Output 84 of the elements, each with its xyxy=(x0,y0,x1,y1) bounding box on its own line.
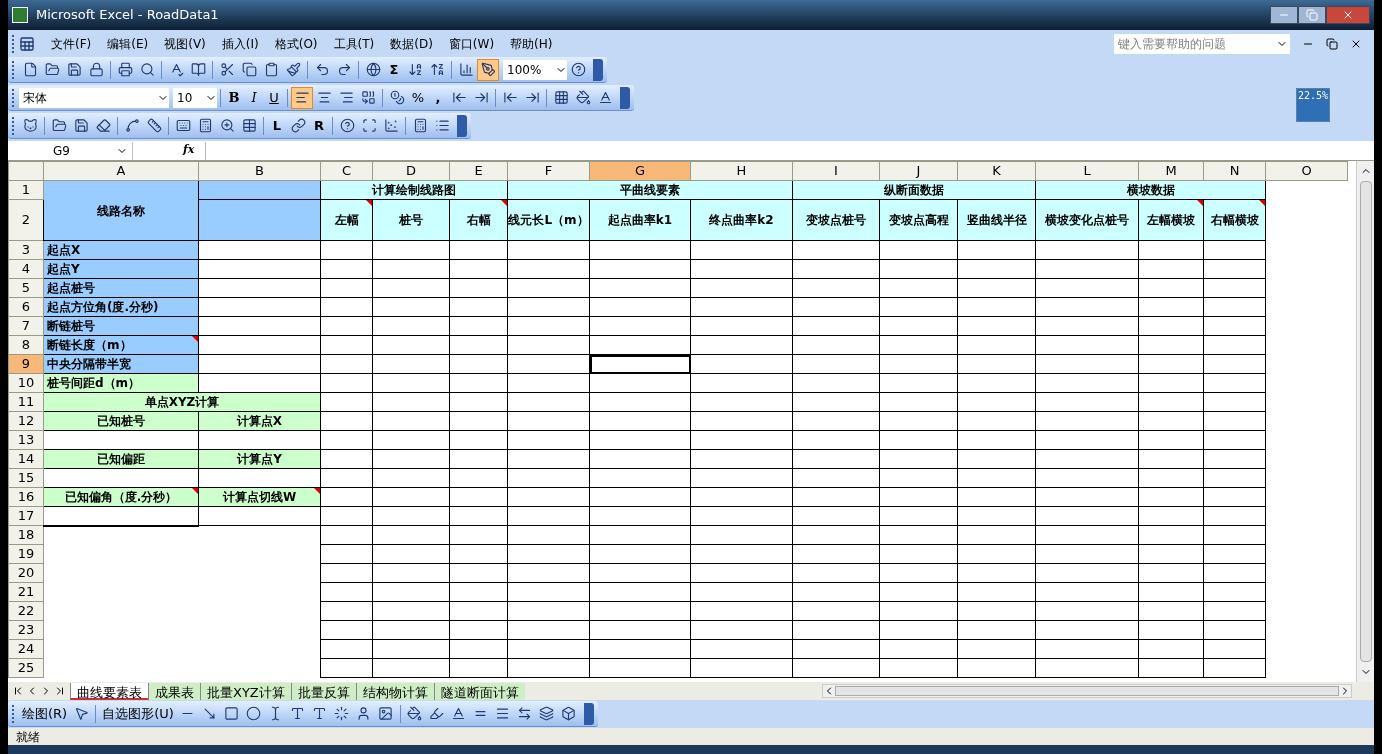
menu-item[interactable]: 格式(O) xyxy=(266,34,326,53)
column-header[interactable]: N xyxy=(1203,161,1266,181)
column-title: 左幅 xyxy=(320,199,373,241)
drawing-icon[interactable] xyxy=(477,58,499,81)
minimize-button[interactable] xyxy=(1270,6,1298,24)
function-icon[interactable]: fx xyxy=(183,142,197,159)
restore-icon xyxy=(1306,9,1318,21)
horizontal-scrollbar[interactable] xyxy=(822,684,1352,698)
column-title: 桩号 xyxy=(372,199,450,241)
workbook-icon xyxy=(19,35,35,52)
percent-button[interactable]: % xyxy=(408,86,428,109)
comma-button[interactable]: , xyxy=(428,86,448,109)
sheet-tab[interactable]: 批量XYZ计算 xyxy=(200,682,291,700)
r-button[interactable]: R xyxy=(309,114,329,137)
column-header[interactable]: F xyxy=(507,161,590,181)
column-title: 变坡点高程 xyxy=(879,199,958,241)
menu-item[interactable]: 帮助(H) xyxy=(502,34,561,53)
menu-item[interactable]: 插入(I) xyxy=(213,34,267,53)
column-header[interactable]: G xyxy=(589,161,691,181)
close-icon xyxy=(1342,9,1354,21)
autoshapes-menu-button[interactable]: 自选图形(U) xyxy=(99,702,177,725)
toolbar-options-button[interactable] xyxy=(457,114,467,137)
sheet-tab[interactable]: 批量反算 xyxy=(290,682,356,700)
column-header[interactable]: H xyxy=(690,161,793,181)
toolbar-options-button[interactable] xyxy=(620,86,630,109)
vertical-scrollbar[interactable] xyxy=(1356,161,1374,682)
first-sheet-icon[interactable] xyxy=(12,685,24,697)
table-cell: 线路名称 xyxy=(43,180,199,241)
column-title: 起点曲率k1 xyxy=(589,199,691,241)
sheet-tab[interactable]: 成果表 xyxy=(148,682,200,700)
column-header[interactable]: B xyxy=(198,161,321,181)
draw-menu-button[interactable]: 绘图(R) xyxy=(19,702,71,725)
l-button[interactable]: L xyxy=(267,114,287,137)
toolbar-options-button[interactable] xyxy=(593,58,603,81)
last-sheet-icon[interactable] xyxy=(54,685,66,697)
column-title: 右幅 xyxy=(449,199,508,241)
bold-button[interactable]: B xyxy=(224,86,244,109)
restore-icon[interactable] xyxy=(1326,37,1338,50)
underline-button[interactable]: U xyxy=(264,86,284,109)
excel-app-icon xyxy=(12,7,28,23)
selected-cell[interactable] xyxy=(589,354,691,374)
zoom-dropdown[interactable]: 100% xyxy=(503,59,567,80)
toolbar-options-button[interactable] xyxy=(583,702,594,725)
column-header[interactable]: O xyxy=(1265,161,1348,181)
column-header[interactable]: D xyxy=(372,161,450,181)
column-title: 右幅横坡 xyxy=(1203,199,1266,241)
column-title: 竖曲线半径 xyxy=(957,199,1036,241)
status-text: 就绪 xyxy=(16,728,40,746)
autosum-button[interactable]: Σ xyxy=(384,58,404,81)
menu-item[interactable]: 视图(V) xyxy=(156,34,214,53)
menu-item[interactable]: 数据(D) xyxy=(382,34,441,53)
column-header[interactable]: I xyxy=(792,161,880,181)
column-header[interactable]: E xyxy=(449,161,508,181)
column-title: 横坡变化点桩号 xyxy=(1035,199,1139,241)
menu-item[interactable]: 工具(T) xyxy=(325,34,383,53)
italic-button[interactable]: I xyxy=(244,86,264,109)
menu-item[interactable]: 文件(F) xyxy=(43,34,100,53)
menu-item[interactable]: 编辑(E) xyxy=(99,34,157,53)
font-size-dropdown[interactable]: 10 xyxy=(173,87,217,108)
column-header[interactable]: A xyxy=(43,161,199,181)
comment-marker-icon xyxy=(314,488,320,494)
progress-widget: 22.5% xyxy=(1296,88,1330,122)
menu-item[interactable]: 窗口(W) xyxy=(440,34,503,53)
column-title: 左幅横坡 xyxy=(1138,199,1204,241)
window-title: Microsoft Excel - RoadData1 xyxy=(36,6,219,25)
help-search-field[interactable]: 键入需要帮助的问题 xyxy=(1114,33,1290,54)
restore-button[interactable] xyxy=(1298,6,1326,24)
column-header[interactable]: L xyxy=(1035,161,1139,181)
column-header[interactable]: C xyxy=(320,161,373,181)
row-header[interactable]: 2 xyxy=(8,199,44,241)
column-title: 线元长L（m） xyxy=(507,199,590,241)
comment-marker-icon xyxy=(1259,200,1265,206)
column-title: 变坡点桩号 xyxy=(792,199,880,241)
column-header[interactable]: K xyxy=(957,161,1036,181)
comment-marker-icon xyxy=(192,336,198,342)
column-header[interactable]: M xyxy=(1138,161,1204,181)
font-dropdown[interactable]: 宋体 xyxy=(19,87,169,108)
align-left-icon[interactable] xyxy=(291,86,313,109)
sheet-tab[interactable]: 隧道断面计算 xyxy=(433,682,525,700)
column-header[interactable]: J xyxy=(879,161,958,181)
sheet-tab[interactable]: 结构物计算 xyxy=(355,682,434,700)
sheet-tab[interactable]: 曲线要素表 xyxy=(70,682,148,700)
column-title: 终点曲率k2 xyxy=(690,199,793,241)
name-box[interactable]: G9 xyxy=(8,141,133,160)
